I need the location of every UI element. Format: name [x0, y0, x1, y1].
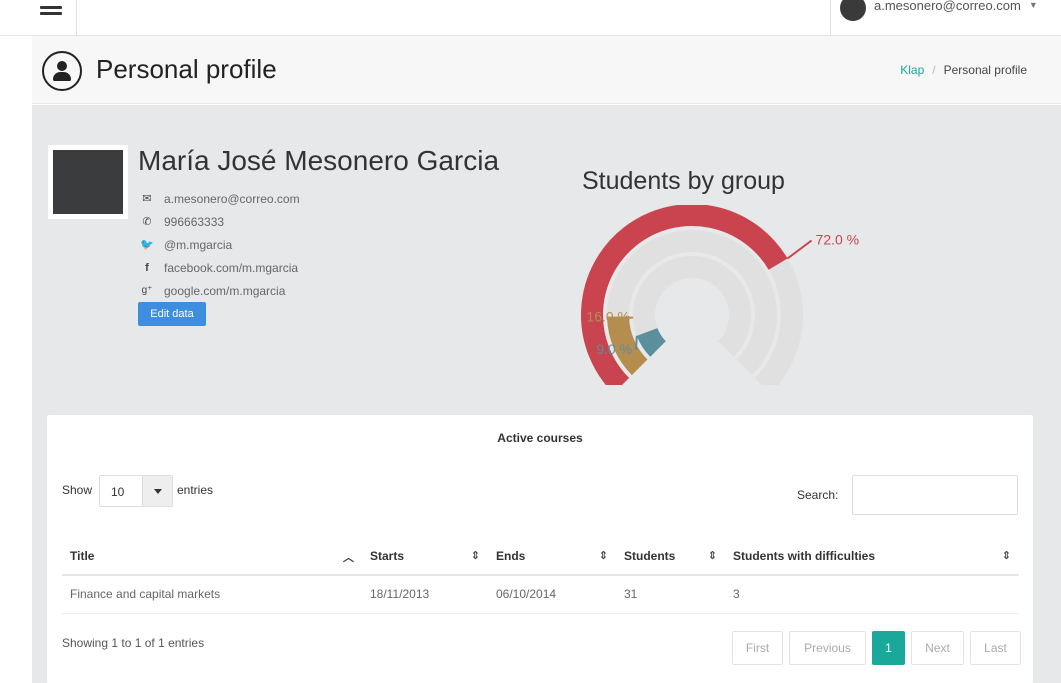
user-menu[interactable]: a.mesonero@correo.com ▼	[840, 0, 1038, 22]
sort-icon: ⇕	[1001, 550, 1011, 562]
pager-first-button[interactable]: First	[732, 631, 783, 665]
contact-twitter: 🐦 @m.mgarcia	[140, 233, 300, 256]
contact-facebook: f facebook.com/m.mgarcia	[140, 256, 300, 279]
courses-table: Title ︿ Starts ⇕ Ends ⇕ Students ⇕ Students …	[62, 537, 1019, 614]
top-navbar: a.mesonero@correo.com ▼	[0, 0, 1061, 36]
column-header-title[interactable]: Title ︿	[62, 537, 362, 576]
contact-phone-text: 996663333	[164, 214, 225, 229]
chart-leader-line	[635, 335, 638, 350]
show-label: Show	[62, 483, 93, 497]
breadcrumb-separator: /	[932, 63, 936, 77]
navbar-divider	[76, 0, 77, 36]
phone-icon: ✆	[142, 216, 152, 228]
active-courses-panel: Active courses Show 10 entries Search: T…	[47, 415, 1033, 683]
table-row[interactable]: Finance and capital markets 18/11/2013 0…	[62, 575, 1019, 614]
entries-label: entries	[177, 483, 214, 497]
cell-title: Finance and capital markets	[62, 575, 362, 614]
chart-data-label: 72.0 %	[816, 231, 860, 247]
contact-facebook-text: facebook.com/m.mgarcia	[164, 260, 299, 275]
showing-entries-info: Showing 1 to 1 of 1 entries	[62, 636, 205, 650]
google-plus-icon: g⁺	[141, 285, 153, 296]
contact-google: g⁺ google.com/m.mgarcia	[140, 279, 300, 302]
chart-data-label: 9.0 %	[596, 341, 632, 357]
pagination: First Previous 1 Next Last	[732, 631, 1021, 665]
entries-per-page-select[interactable]: 10	[99, 475, 173, 507]
pager-next-button[interactable]: Next	[911, 631, 964, 665]
search-label: Search:	[797, 488, 839, 502]
chart-title: Students by group	[582, 167, 785, 195]
contact-list: ✉ a.mesonero@correo.com ✆ 996663333 🐦 @m…	[140, 187, 300, 302]
breadcrumb-home-link[interactable]: Klap	[900, 63, 924, 77]
sort-icon: ⇕	[707, 550, 717, 562]
contact-email: ✉ a.mesonero@correo.com	[140, 187, 300, 210]
user-email: a.mesonero@correo.com	[874, 0, 1021, 13]
pager-last-button[interactable]: Last	[970, 631, 1021, 665]
contact-email-text: a.mesonero@correo.com	[164, 191, 300, 206]
profile-name: María José Mesonero Garcia	[138, 145, 500, 176]
chevron-down-icon: ▼	[1028, 0, 1038, 10]
students-by-group-chart: 72.0 % 16.0 % 9.0 %	[581, 205, 860, 385]
profile-photo	[48, 145, 128, 219]
twitter-icon: 🐦	[140, 239, 154, 251]
edit-data-button[interactable]: Edit data	[138, 302, 206, 326]
chevron-down-icon[interactable]	[142, 476, 172, 506]
breadcrumb: Klap / Personal profile	[900, 63, 1027, 77]
user-avatar	[840, 0, 866, 21]
chart-leader-line	[786, 239, 813, 260]
envelope-icon: ✉	[142, 193, 152, 205]
sort-icon: ⇕	[598, 550, 608, 562]
contact-phone: ✆ 996663333	[140, 210, 300, 233]
chart-bar	[636, 327, 667, 357]
page-title: Personal profile	[96, 54, 277, 84]
entries-select-value: 10	[111, 485, 125, 499]
table-header-row: Title ︿ Starts ⇕ Ends ⇕ Students ⇕ Students …	[62, 537, 1019, 576]
cell-students-difficulties: 3	[725, 575, 1019, 614]
column-header-students[interactable]: Students ⇕	[616, 537, 725, 576]
profile-content: María José Mesonero Garcia ✉ a.mesonero@…	[32, 105, 1061, 683]
column-header-starts[interactable]: Starts ⇕	[362, 537, 488, 576]
chart-data-label: 16.0 %	[586, 309, 630, 325]
navbar-divider	[830, 0, 831, 36]
cell-students: 31	[616, 575, 725, 614]
page-header: Personal profile Klap / Personal profile	[32, 36, 1061, 104]
sort-icon: ⇕	[470, 550, 480, 562]
cell-starts: 18/11/2013	[362, 575, 488, 614]
column-header-ends[interactable]: Ends ⇕	[488, 537, 616, 576]
contact-google-text: google.com/m.mgarcia	[164, 283, 286, 298]
sort-asc-icon: ︿	[343, 552, 354, 564]
column-header-students-difficulties[interactable]: Students with difficulties ⇕	[725, 537, 1019, 576]
cell-ends: 06/10/2014	[488, 575, 616, 614]
contact-twitter-text: @m.mgarcia	[164, 237, 233, 252]
pager-page-1-button[interactable]: 1	[872, 631, 905, 665]
hamburger-menu-icon[interactable]	[40, 6, 62, 20]
user-circle-icon	[42, 51, 82, 91]
breadcrumb-current: Personal profile	[943, 63, 1027, 77]
facebook-icon: f	[145, 261, 149, 274]
panel-title: Active courses	[497, 431, 583, 445]
search-input[interactable]	[852, 475, 1018, 515]
pager-previous-button[interactable]: Previous	[789, 631, 866, 665]
